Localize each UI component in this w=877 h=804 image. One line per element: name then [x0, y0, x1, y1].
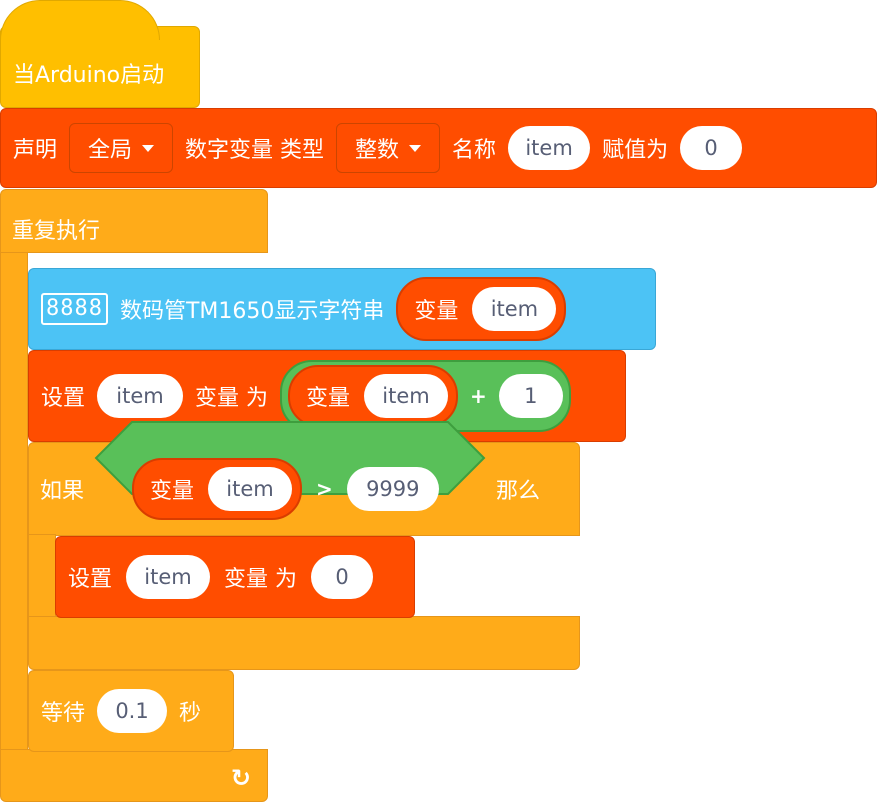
- forever-block-bottom[interactable]: ↻: [0, 749, 268, 802]
- compare-value-input[interactable]: 9999: [346, 467, 439, 511]
- forever-label: 重复执行: [12, 219, 101, 244]
- assign-text: 赋值为: [602, 138, 669, 163]
- chevron-down-icon: [142, 144, 155, 152]
- set-variable-name[interactable]: item: [126, 555, 211, 599]
- variable-name-input[interactable]: item: [508, 126, 591, 170]
- display-label: 数码管TM1650显示字符串: [119, 299, 385, 324]
- hat-label: 当Arduino启动: [13, 63, 165, 88]
- tm1650-display-string-block[interactable]: 8888 数码管TM1650显示字符串 变量 item: [28, 268, 656, 350]
- variable-reporter-name[interactable]: item: [472, 287, 557, 331]
- initial-value-input[interactable]: 0: [680, 126, 743, 170]
- set-variable-name[interactable]: item: [97, 374, 184, 418]
- wait-seconds-block[interactable]: 等待 0.1 秒: [28, 670, 234, 752]
- variable-reporter[interactable]: 变量 item: [396, 277, 567, 341]
- variable-reporter[interactable]: 变量 item: [132, 458, 303, 520]
- seven-segment-icon: 8888: [41, 293, 108, 325]
- type-text: 数字变量 类型: [185, 138, 325, 163]
- variable-reporter-name[interactable]: item: [208, 467, 293, 511]
- variable-reporter-label: 变量: [414, 299, 459, 324]
- set-label: 设置: [41, 386, 86, 411]
- greater-than-operator-block[interactable]: 变量 item > 9999: [94, 421, 486, 520]
- plus-operator: +: [470, 384, 487, 408]
- scope-value: 全局: [88, 138, 133, 163]
- type-value: 整数: [355, 138, 400, 163]
- set-to-text: 变量 为: [224, 567, 298, 592]
- forever-block-arm: [0, 252, 28, 752]
- greater-than-symbol: >: [316, 477, 333, 501]
- scope-dropdown[interactable]: 全局: [69, 123, 174, 173]
- set-to-text: 变量 为: [195, 386, 269, 411]
- declare-variable-block[interactable]: 声明 全局 数字变量 类型 整数 名称 item 赋值为 0: [0, 108, 877, 188]
- name-text: 名称: [452, 138, 497, 163]
- hat-cap: [0, 0, 160, 40]
- then-label: 那么: [496, 479, 541, 504]
- set-value-input[interactable]: 0: [311, 555, 374, 599]
- add-value-input[interactable]: 1: [498, 374, 563, 418]
- if-block-bottom: [28, 616, 580, 670]
- loop-arrow-icon: ↻: [230, 764, 251, 792]
- set-label: 设置: [68, 567, 113, 592]
- variable-reporter-name[interactable]: item: [364, 374, 449, 418]
- variable-reporter-label: 变量: [150, 479, 195, 504]
- wait-seconds-input[interactable]: 0.1: [97, 689, 168, 733]
- chevron-down-icon: [409, 144, 422, 152]
- variable-reporter-label: 变量: [306, 386, 351, 411]
- set-variable-block[interactable]: 设置 item 变量 为 0: [55, 536, 415, 618]
- variable-reporter[interactable]: 变量 item: [288, 365, 459, 427]
- type-dropdown[interactable]: 整数: [336, 123, 441, 173]
- if-label: 如果: [40, 479, 85, 504]
- if-row: 如果 变量 item > 9999 那么: [28, 421, 580, 536]
- declare-label: 声明: [13, 138, 58, 163]
- seconds-label: 秒: [179, 701, 202, 726]
- wait-label: 等待: [41, 701, 86, 726]
- if-block-arm: [28, 534, 56, 620]
